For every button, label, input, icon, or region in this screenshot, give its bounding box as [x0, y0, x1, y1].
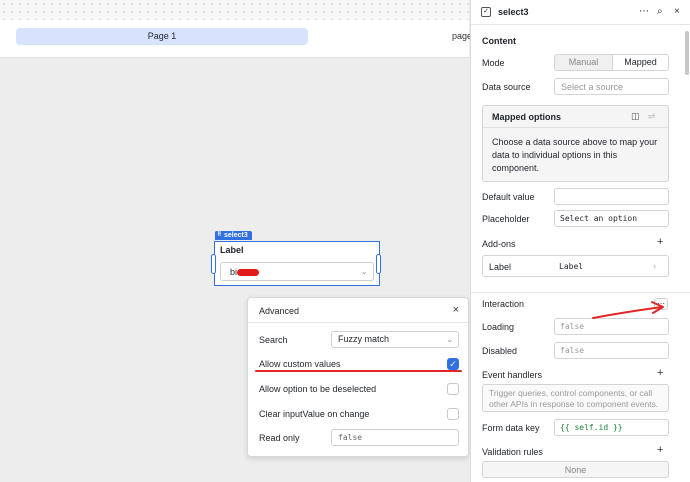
allow-deselect-label: Allow option to be deselected: [259, 384, 377, 394]
loading-value: false: [560, 322, 585, 331]
mapped-options-title: Mapped options: [492, 112, 561, 122]
default-value-input[interactable]: [554, 188, 669, 205]
placeholder-label: Placeholder: [482, 214, 530, 224]
mapped-options-text: Choose a data source above to map your d…: [492, 137, 658, 173]
allow-custom-values-label: Allow custom values: [259, 359, 341, 369]
canvas-top-strip: [0, 0, 469, 20]
drag-handle-icon[interactable]: ⠿: [217, 232, 222, 239]
clear-input-label: Clear inputValue on change: [259, 409, 370, 419]
mapped-options-card: Mapped options ◫ ⇌ Choose a data source …: [482, 105, 669, 182]
mode-toggle: Manual Mapped: [554, 54, 669, 71]
validation-rules-title: Validation rules: [482, 447, 543, 457]
search-select[interactable]: Fuzzy match ⌄: [331, 331, 459, 348]
redaction-mark: [237, 269, 259, 276]
component-badge-label: select3: [224, 232, 248, 239]
default-value-label: Default value: [482, 192, 535, 202]
annotation-underline: [255, 370, 462, 372]
event-handlers-empty: Trigger queries, control components, or …: [482, 384, 669, 412]
interaction-title: Interaction: [482, 299, 525, 309]
chevron-right-icon: ›: [653, 261, 656, 271]
loading-label: Loading: [482, 322, 515, 332]
search-select-value: Fuzzy match: [338, 334, 390, 344]
select-value: bi: [230, 267, 238, 277]
search-icon[interactable]: ⌕: [657, 6, 663, 17]
data-source-select[interactable]: Select a source: [554, 78, 669, 95]
page-tab-page-1[interactable]: Page 1: [16, 28, 308, 45]
mode-option-mapped[interactable]: Mapped: [612, 55, 668, 70]
search-label: Search: [259, 335, 288, 345]
annotation-arrow: [592, 301, 664, 319]
mode-label: Mode: [482, 58, 505, 68]
placeholder-value: Select an option: [560, 214, 638, 223]
resize-handle-right[interactable]: [376, 254, 381, 274]
mode-option-manual[interactable]: Manual: [555, 55, 612, 70]
advanced-header: Advanced ×: [248, 298, 468, 323]
close-icon[interactable]: ×: [674, 6, 680, 17]
add-validation-plus-icon[interactable]: +: [657, 444, 663, 456]
select-label: Label: [220, 245, 244, 255]
addon-item-label: Label: [489, 262, 512, 272]
event-handlers-title: Event handlers: [482, 370, 543, 380]
disabled-value: false: [560, 346, 585, 355]
clear-input-checkbox[interactable]: [447, 408, 459, 420]
disabled-input[interactable]: false: [554, 342, 669, 359]
component-badge[interactable]: ⠿ select3: [215, 231, 252, 240]
placeholder-input[interactable]: Select an option: [554, 210, 669, 227]
select-input[interactable]: bi ⌄: [220, 262, 374, 281]
data-source-placeholder: Select a source: [561, 82, 624, 92]
form-data-key-input[interactable]: {{ self.id }}: [554, 419, 669, 436]
event-handlers-text: Trigger queries, control components, or …: [489, 388, 659, 409]
inspector-panel: ✓ select3 ⋯ ⌕ × Content Mode Manual Mapp…: [470, 0, 690, 482]
validation-rules-value: None: [564, 465, 587, 475]
form-data-key-value: {{ self.id }}: [560, 423, 623, 432]
addon-label-item[interactable]: Label Label ›: [482, 255, 669, 277]
advanced-popover: Advanced × Search Fuzzy match ⌄ Allow cu…: [247, 297, 469, 457]
form-data-key-label: Form data key: [482, 423, 540, 433]
page-header: Page 1 page: [0, 20, 472, 58]
mapped-options-header: Mapped options ◫ ⇌: [483, 106, 668, 128]
add-addon-plus-icon[interactable]: +: [657, 236, 663, 248]
select-component[interactable]: Label bi ⌄: [214, 241, 380, 286]
canvas: Page 1 page ⠿ select3 Label bi ⌄ Advance…: [0, 0, 472, 482]
scrollbar[interactable]: [685, 31, 689, 75]
book-icon[interactable]: ◫: [631, 111, 640, 122]
section-divider: [471, 292, 690, 293]
addons-title: Add-ons: [482, 239, 516, 249]
resize-handle-left[interactable]: [211, 254, 216, 274]
component-name[interactable]: select3: [498, 7, 529, 17]
validation-rules-box: None: [482, 461, 669, 478]
link-icon[interactable]: ⇌: [648, 111, 656, 122]
close-icon[interactable]: ×: [453, 304, 459, 316]
read-only-input[interactable]: false: [331, 429, 459, 446]
chevron-down-icon: ⌄: [360, 266, 368, 276]
advanced-title: Advanced: [259, 306, 300, 316]
allow-custom-values-checkbox[interactable]: ✓: [447, 358, 459, 370]
addon-item-value: Label: [559, 262, 584, 271]
inspector-header: ✓ select3 ⋯ ⌕ ×: [471, 0, 690, 25]
add-event-handler-plus-icon[interactable]: +: [657, 367, 663, 379]
allow-deselect-checkbox[interactable]: [447, 383, 459, 395]
select-component-icon: ✓: [481, 7, 491, 17]
chevron-down-icon: ⌄: [446, 335, 453, 344]
more-options-icon[interactable]: ⋯: [639, 6, 649, 17]
read-only-label: Read only: [259, 433, 300, 443]
content-section-title: Content: [482, 36, 516, 46]
data-source-label: Data source: [482, 82, 531, 92]
disabled-label: Disabled: [482, 346, 518, 356]
